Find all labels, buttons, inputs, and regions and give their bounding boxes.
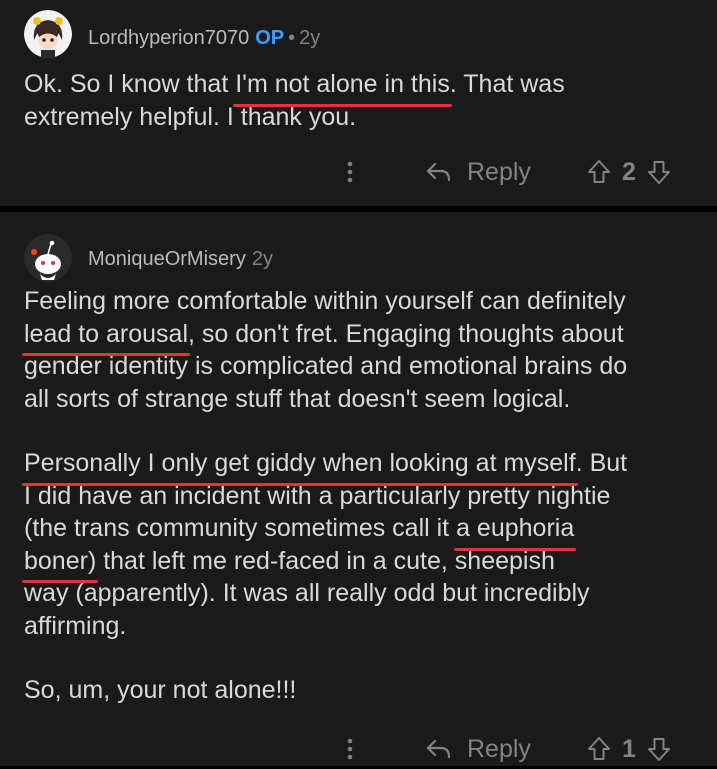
comment-age: 2y <box>251 248 273 270</box>
body-text: gender identity is complicated and emoti… <box>24 352 628 380</box>
downvote-icon[interactable] <box>646 735 672 763</box>
underlined-text: Personally I only get giddy when looking… <box>22 447 578 485</box>
vote-controls: 1 <box>586 729 672 769</box>
comment-body: Feeling more comfortable within yourself… <box>21 285 704 707</box>
downvote-icon[interactable] <box>646 158 672 186</box>
vote-count: 2 <box>622 157 636 186</box>
body-line: affirming. <box>24 610 704 643</box>
reply-button[interactable]: Reply <box>425 152 531 192</box>
body-text: that left me red-faced in a cute, sheepi… <box>96 546 555 575</box>
body-text: . But <box>575 449 628 477</box>
vote-controls: 2 <box>586 152 672 192</box>
body-text: Feeling more comfortable within yourself… <box>24 287 626 315</box>
body-text: , so don't fret. Engaging thoughts about <box>188 319 624 348</box>
anime-avatar-icon[interactable] <box>24 10 72 58</box>
body-text: I did have an incident with a particular… <box>24 481 611 510</box>
body-line: So, um, your not alone!!! <box>24 674 704 707</box>
body-text: Ok. So I know that <box>24 70 236 98</box>
body-line: Personally I only get giddy when looking… <box>22 447 704 485</box>
comment-paragraph: Feeling more comfortable within yourself… <box>21 285 704 416</box>
reply-button[interactable]: Reply <box>425 729 531 769</box>
body-text: affirming. <box>24 611 127 640</box>
underlined-text: I'm not alone in this <box>233 68 452 106</box>
underlined-text: a euphoria <box>454 512 577 550</box>
body-line: lead to arousal, so don't fret. Engaging… <box>21 318 704 356</box>
more-options-icon[interactable] <box>340 156 360 188</box>
reply-arrow-icon <box>425 737 453 761</box>
username[interactable]: MoniqueOrMisery <box>88 248 246 270</box>
body-line: way (apparently). It was all really odd … <box>24 577 704 610</box>
op-badge: OP <box>255 27 285 49</box>
body-text: extremely helpful. I thank you. <box>24 102 357 131</box>
comment-body: Ok. So I know that I'm not alone in this… <box>24 68 704 133</box>
comment-card: MoniqueOrMisery 2y Feeling more comfortab… <box>0 212 717 766</box>
reply-label: Reply <box>467 157 531 186</box>
body-line: all sorts of strange stuff that doesn't … <box>24 383 704 416</box>
snoo-avatar-icon[interactable] <box>24 234 72 282</box>
comment-meta: MoniqueOrMisery 2y <box>88 248 273 271</box>
vote-count: 1 <box>622 734 636 763</box>
body-line: boner) that left me red-faced in a cute,… <box>21 545 704 583</box>
more-options-icon[interactable] <box>340 733 360 765</box>
comment-paragraph: Personally I only get giddy when looking… <box>21 447 704 643</box>
comment-actions: Reply 1 <box>0 729 717 769</box>
body-line: Feeling more comfortable within yourself… <box>24 285 704 318</box>
body-text: So, um, your not alone!!! <box>24 676 297 704</box>
underlined-text: boner) <box>21 545 99 583</box>
comment-actions: Reply 2 <box>0 152 717 192</box>
upvote-icon[interactable] <box>586 158 612 186</box>
reply-label: Reply <box>467 734 531 763</box>
body-text: all sorts of strange stuff that doesn't … <box>24 384 571 413</box>
body-line: Ok. So I know that I'm not alone in this… <box>24 68 704 106</box>
comment-age: 2y <box>299 27 321 49</box>
comment-meta: Lordhyperion7070 OP • 2y <box>88 27 320 50</box>
body-text: way (apparently). It was all really odd … <box>24 579 590 607</box>
body-text: . That was <box>449 70 565 98</box>
username[interactable]: Lordhyperion7070 <box>88 27 249 49</box>
body-text: (the trans community sometimes call it <box>24 514 457 542</box>
reply-arrow-icon <box>425 160 453 184</box>
underlined-text: lead to arousal <box>21 318 191 356</box>
comment-paragraph: So, um, your not alone!!! <box>24 674 704 707</box>
comment-card: Lordhyperion7070 OP • 2y Ok. So I know that… <box>0 0 717 206</box>
body-line: (the trans community sometimes call it a… <box>24 512 704 550</box>
meta-separator: • <box>288 27 296 49</box>
upvote-icon[interactable] <box>586 735 612 763</box>
